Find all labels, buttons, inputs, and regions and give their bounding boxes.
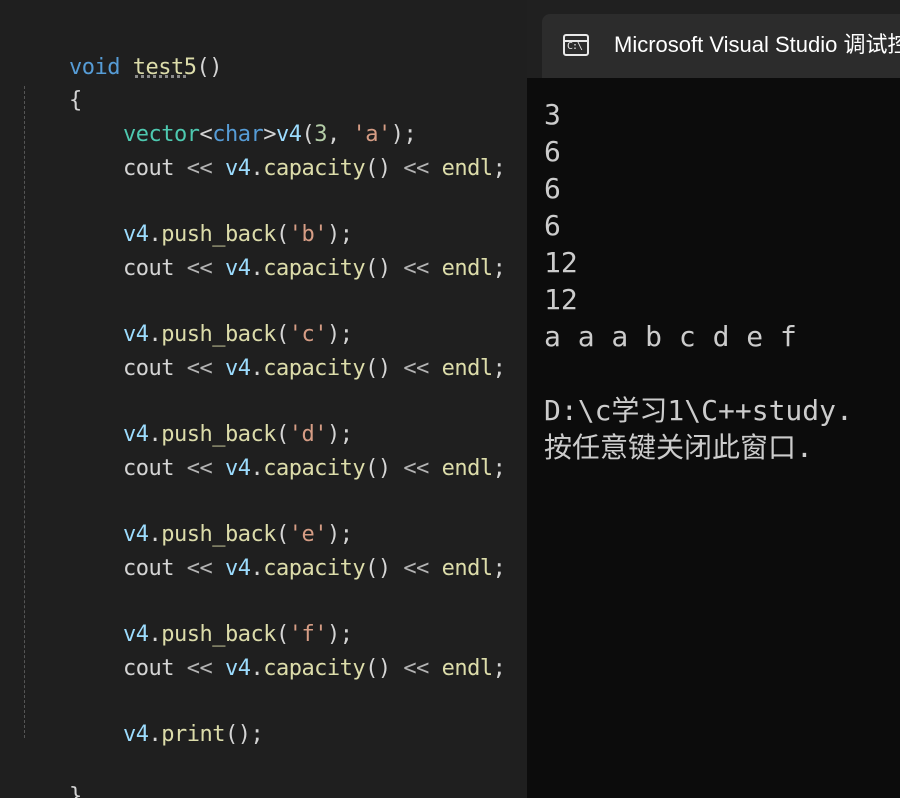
console-tab[interactable]: C:\ Microsoft Visual Studio 调试控制台 (542, 14, 900, 78)
code-line-function-signature[interactable]: void test5() (18, 17, 222, 80)
code-line-open-brace[interactable]: { (18, 50, 82, 113)
output-press-any-key: 按任意键关闭此窗口. (544, 431, 813, 464)
parens: () (196, 55, 222, 80)
code-line-cout[interactable]: cout << v4.capacity() << endl; (18, 418, 506, 481)
code-line-cout[interactable]: cout << v4.capacity() << endl; (18, 318, 506, 381)
console-icon: C:\ (563, 34, 589, 56)
code-line-push-back[interactable]: v4.push_back('e'); (18, 484, 353, 547)
code-line-close-brace[interactable]: } (18, 746, 82, 798)
code-line-push-back[interactable]: v4.push_back('c'); (18, 284, 353, 347)
code-line-print[interactable]: v4.print(); (18, 684, 264, 747)
output-exe-path: D:\c学习1\C++study. (544, 394, 853, 427)
close-brace: } (68, 784, 82, 798)
debug-console-window[interactable]: C:\ Microsoft Visual Studio 调试控制台 3 6 6 … (527, 0, 900, 798)
function-name: test5 (132, 55, 197, 80)
code-line-vector-decl[interactable]: vector<char>v4(3, 'a'); (18, 84, 417, 147)
output-line: 6 (544, 209, 561, 242)
console-title: Microsoft Visual Studio 调试控制台 (614, 32, 900, 57)
output-line: 6 (544, 135, 561, 168)
output-line: 3 (544, 98, 561, 131)
code-line-push-back[interactable]: v4.push_back('b'); (18, 184, 353, 247)
code-editor[interactable]: void test5() { vector<char>v4(3, 'a'); c… (0, 0, 527, 798)
output-line: 12 (544, 283, 578, 316)
code-line-push-back[interactable]: v4.push_back('f'); (18, 584, 353, 647)
output-line: a a a b c d e f (544, 320, 797, 353)
code-line-cout[interactable]: cout << v4.capacity() << endl; (18, 518, 506, 581)
output-line: 12 (544, 246, 578, 279)
code-line-push-back[interactable]: v4.push_back('d'); (18, 384, 353, 447)
code-line-cout[interactable]: cout << v4.capacity() << endl; (18, 218, 506, 281)
output-line: 6 (544, 172, 561, 205)
code-line-cout[interactable]: cout << v4.capacity() << endl; (18, 118, 506, 181)
output-line-blank (544, 355, 900, 392)
code-line-cout[interactable]: cout << v4.capacity() << endl; (18, 618, 506, 681)
console-output[interactable]: 3 6 6 6 12 12 a a a b c d e f D:\c学习1\C+… (544, 96, 900, 466)
